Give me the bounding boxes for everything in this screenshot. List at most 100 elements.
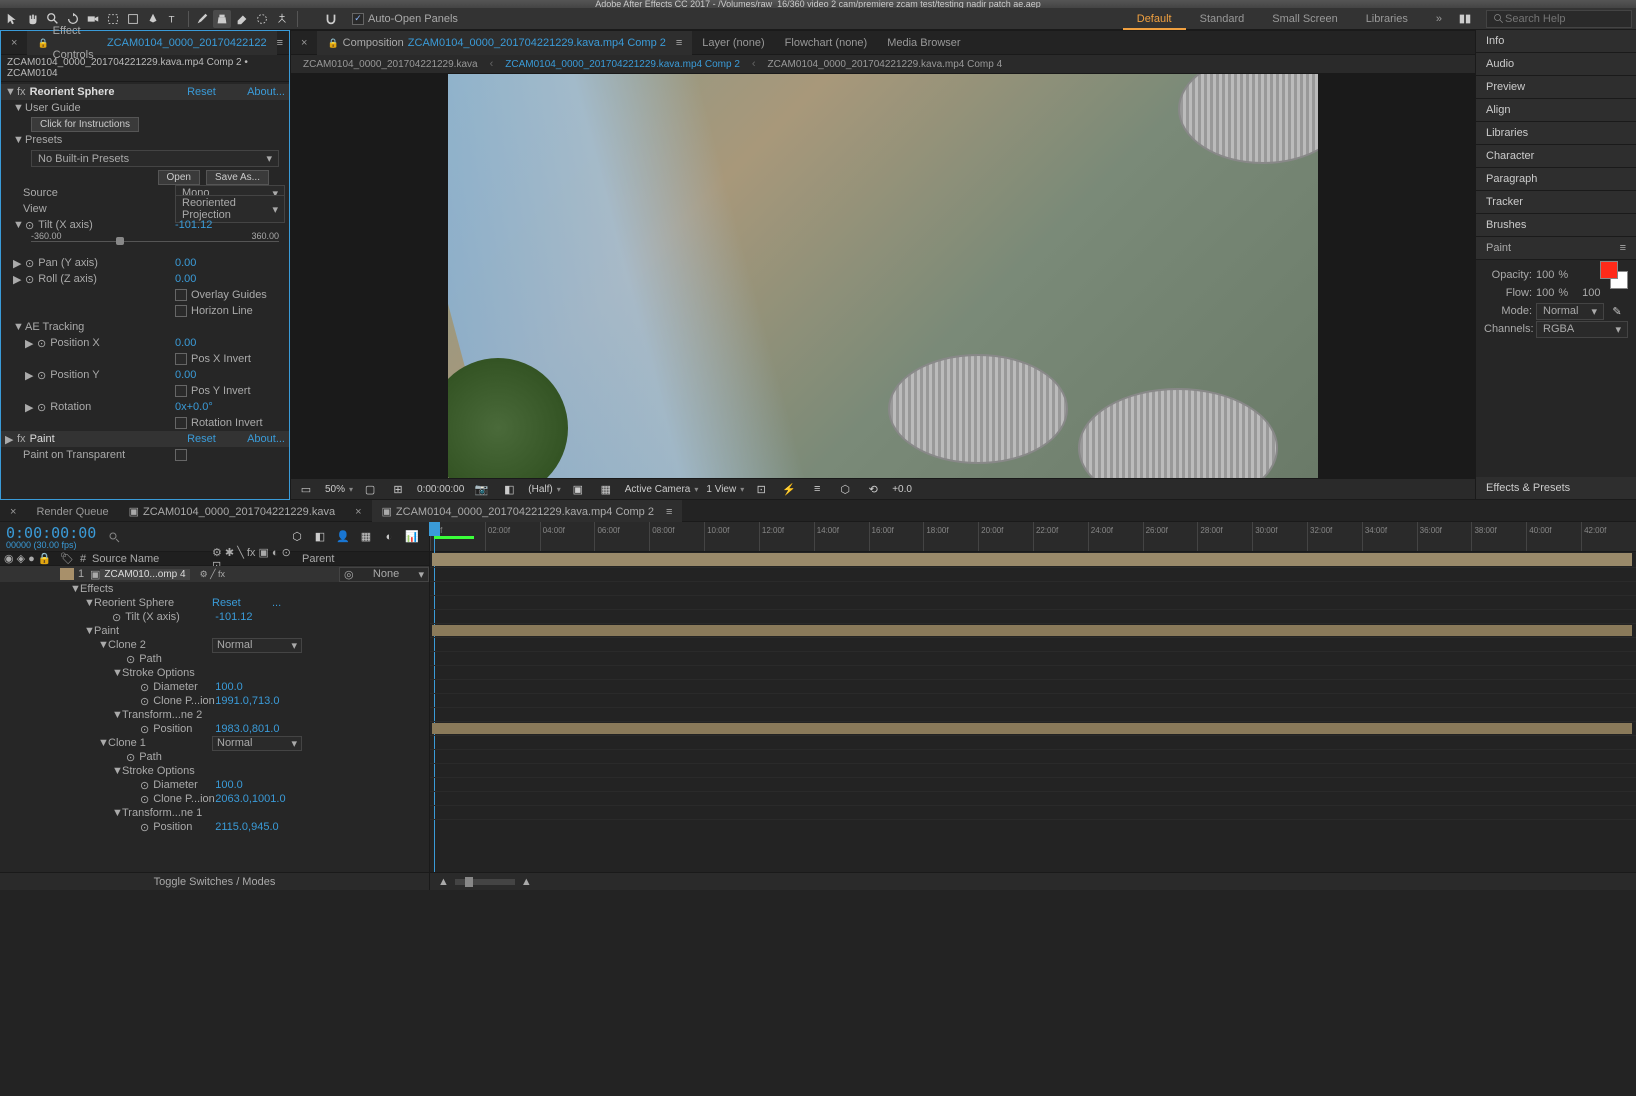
rotation-value[interactable]: 0x+0.0° [175,401,285,413]
clone2-bar[interactable] [432,625,1632,636]
exposure-value[interactable]: +0.0 [892,484,912,495]
workspace-libraries[interactable]: Libraries [1352,8,1422,30]
paint-panel-header[interactable]: Paint≡ [1476,237,1636,260]
tilt-prop-value[interactable]: -101.12 [215,611,252,623]
libraries-panel-header[interactable]: Libraries [1476,122,1636,145]
presets-dropdown[interactable]: No Built-in Presets▾ [31,150,279,167]
workspace-default[interactable]: Default [1123,8,1186,30]
paragraph-panel-header[interactable]: Paragraph [1476,168,1636,191]
pen-tool-icon[interactable] [144,10,162,28]
clone2-position-value[interactable]: 1983.0,801.0 [215,723,279,735]
close-tab-icon[interactable]: × [1,31,27,55]
clone2-transform[interactable]: Transform...ne 2 [122,709,202,721]
clone-stamp-tool-icon[interactable] [213,10,231,28]
info-panel-header[interactable]: Info [1476,30,1636,53]
about-link[interactable]: About... [247,86,285,98]
roll-value[interactable]: 0.00 [175,273,285,285]
current-timecode[interactable]: 0:00:00:00 [6,524,96,542]
layer-name[interactable]: ZCAM010...omp 4 [100,569,189,580]
workspace-small-screen[interactable]: Small Screen [1258,8,1351,30]
reorient-sphere-effect[interactable]: Reorient Sphere [94,597,212,609]
workspace-standard[interactable]: Standard [1186,8,1259,30]
brush-tool-icon[interactable] [193,10,211,28]
clone1-mode-dropdown[interactable]: Normal ▾ [212,736,302,751]
time-ruler[interactable]: )0f02:00f04:00f06:00f08:00f10:00f12:00f1… [430,522,1636,552]
options-link[interactable]: ... [272,597,281,609]
zoom-dropdown[interactable]: 50% [325,484,353,495]
fx-reorient-sphere-header[interactable]: ▼fx Reorient Sphere Reset About... [1,84,289,100]
clone2-stroke-options[interactable]: Stroke Options [122,667,195,679]
motion-blur-icon[interactable]: ◐ [380,528,398,546]
mode-dropdown[interactable]: Normal▾ [1536,303,1604,320]
panel-menu-icon[interactable]: ≡ [277,37,289,49]
close-tab-icon[interactable]: × [291,31,317,55]
close-tab-icon[interactable]: × [345,500,371,524]
clone1-bar[interactable] [432,723,1632,734]
clone1-clonepos-value[interactable]: 2063.0,1001.0 [215,793,285,805]
zoom-in-icon[interactable]: ▲ [521,876,532,888]
tilt-value[interactable]: -101.12 [175,219,285,231]
col-source[interactable]: Source Name [92,553,212,565]
reset-exposure-icon[interactable]: ⟲ [864,480,882,498]
layer-1-row[interactable]: 1 ▣ ZCAM010...omp 4 ⚙ ╱ fx ◎ None ▾ [0,566,429,582]
search-help-input[interactable] [1505,13,1625,25]
brushes-panel-header[interactable]: Brushes [1476,214,1636,237]
subtab-c[interactable]: ZCAM0104_0000_201704221229.kava.mp4 Comp… [762,59,1009,70]
posy-invert-checkbox[interactable] [175,385,187,397]
effects-presets-panel-header[interactable]: Effects & Presets [1476,477,1636,500]
timeline-search-input[interactable] [122,531,242,543]
grid-icon[interactable]: ⊞ [389,480,407,498]
comp-flowchart-icon[interactable]: ⬡ [836,480,854,498]
clone2[interactable]: Clone 2 [108,639,212,651]
clone2-diameter-value[interactable]: 100.0 [215,681,243,693]
composition-tab[interactable]: 🔒 Composition ZCAM0104_0000_201704221229… [317,31,692,55]
layer-1-bar[interactable] [432,553,1632,566]
timeline-tab-2[interactable]: ▣ ZCAM0104_0000_201704221229.kava.mp4 Co… [372,500,683,524]
clone1-transform[interactable]: Transform...ne 1 [122,807,202,819]
tracker-panel-header[interactable]: Tracker [1476,191,1636,214]
layer-tab[interactable]: Layer (none) [692,31,774,55]
puppet-tool-icon[interactable] [273,10,291,28]
reset-link[interactable]: Reset [212,597,272,609]
posx-value[interactable]: 0.00 [175,337,285,349]
parent-dropdown[interactable]: ◎ None ▾ [339,567,429,582]
reset-link[interactable]: Reset [187,433,247,445]
eyedropper-icon[interactable]: ✎ [1608,302,1626,320]
pan-value[interactable]: 0.00 [175,257,285,269]
workspace-reset-icon[interactable] [1456,10,1474,28]
timeline-icon[interactable]: ≡ [808,480,826,498]
rotation-invert-checkbox[interactable] [175,417,187,429]
clone1-stroke-options[interactable]: Stroke Options [122,765,195,777]
fast-previews-icon[interactable]: ⚡ [780,480,798,498]
resolution-icon[interactable]: ▢ [361,480,379,498]
clone2-mode-dropdown[interactable]: Normal ▾ [212,638,302,653]
search-help[interactable] [1486,10,1632,28]
frame-blend-icon[interactable]: ▦ [357,528,375,546]
shape-tool-icon[interactable] [124,10,142,28]
about-link[interactable]: About... [247,433,285,445]
effect-controls-tab[interactable]: 🔒 Effect Controls ZCAM0104_0000_20170422… [27,31,276,55]
panel-menu-icon[interactable]: ≡ [1620,242,1626,254]
layer-color-label[interactable] [60,568,74,580]
reset-link[interactable]: Reset [187,86,247,98]
clone1-position-value[interactable]: 2115.0,945.0 [215,821,278,833]
viewer-timecode[interactable]: 0:00:00:00 [417,484,464,495]
preview-panel-header[interactable]: Preview [1476,76,1636,99]
selection-tool-icon[interactable] [4,10,22,28]
graph-editor-icon[interactable]: 📊 [403,528,421,546]
timeline-tab-1[interactable]: ▣ ZCAM0104_0000_201704221229.kava [119,500,345,524]
shy-icon[interactable]: 👤 [334,528,352,546]
composition-viewer[interactable] [291,74,1475,478]
panel-menu-icon[interactable]: ≡ [666,500,672,524]
save-as-button[interactable]: Save As... [206,170,269,185]
zoom-slider[interactable] [455,879,515,885]
opacity-value[interactable]: 100 [1536,269,1554,281]
subtab-a[interactable]: ZCAM0104_0000_201704221229.kava [297,59,484,70]
snapshot-icon[interactable]: 📷 [472,480,490,498]
draft-3d-icon[interactable]: ◧ [311,528,329,546]
horizon-line-checkbox[interactable] [175,305,187,317]
comp-mini-flowchart-icon[interactable]: ⬡ [288,528,306,546]
media-browser-tab[interactable]: Media Browser [877,31,970,55]
views-dropdown[interactable]: 1 View [706,484,744,495]
overlay-guides-checkbox[interactable] [175,289,187,301]
